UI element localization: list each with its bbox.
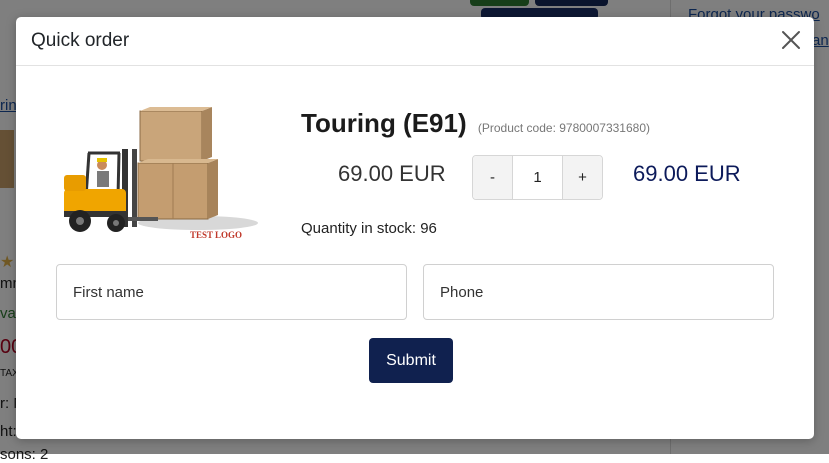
close-icon[interactable] [780, 29, 802, 51]
total-price: 69.00 EUR [633, 161, 741, 186]
quantity-stepper: - + [472, 155, 603, 200]
first-name-field[interactable] [56, 264, 407, 320]
submit-button[interactable]: Submit [369, 338, 453, 383]
increase-quantity-button[interactable]: + [562, 156, 602, 199]
modal-header: Quick order [16, 17, 814, 66]
product-title: Touring (E91) [301, 108, 467, 138]
quantity-input[interactable] [513, 156, 562, 199]
quick-order-modal: Quick order TEST LOGO Touring (E91) (Pro… [16, 17, 814, 439]
product-code: (Product code: 9780007331680) [477, 121, 650, 135]
watermark-logo: TEST LOGO [190, 230, 242, 240]
unit-price: 69.00 EUR [338, 161, 446, 186]
phone-field[interactable] [423, 264, 774, 320]
product-image: TEST LOGO [58, 105, 268, 245]
product-name: Touring (E91) (Product code: 97800073316… [301, 108, 650, 139]
modal-title: Quick order [31, 30, 130, 51]
decrease-quantity-button[interactable]: - [473, 156, 513, 199]
stock-quantity: Quantity in stock: 96 [301, 220, 437, 237]
